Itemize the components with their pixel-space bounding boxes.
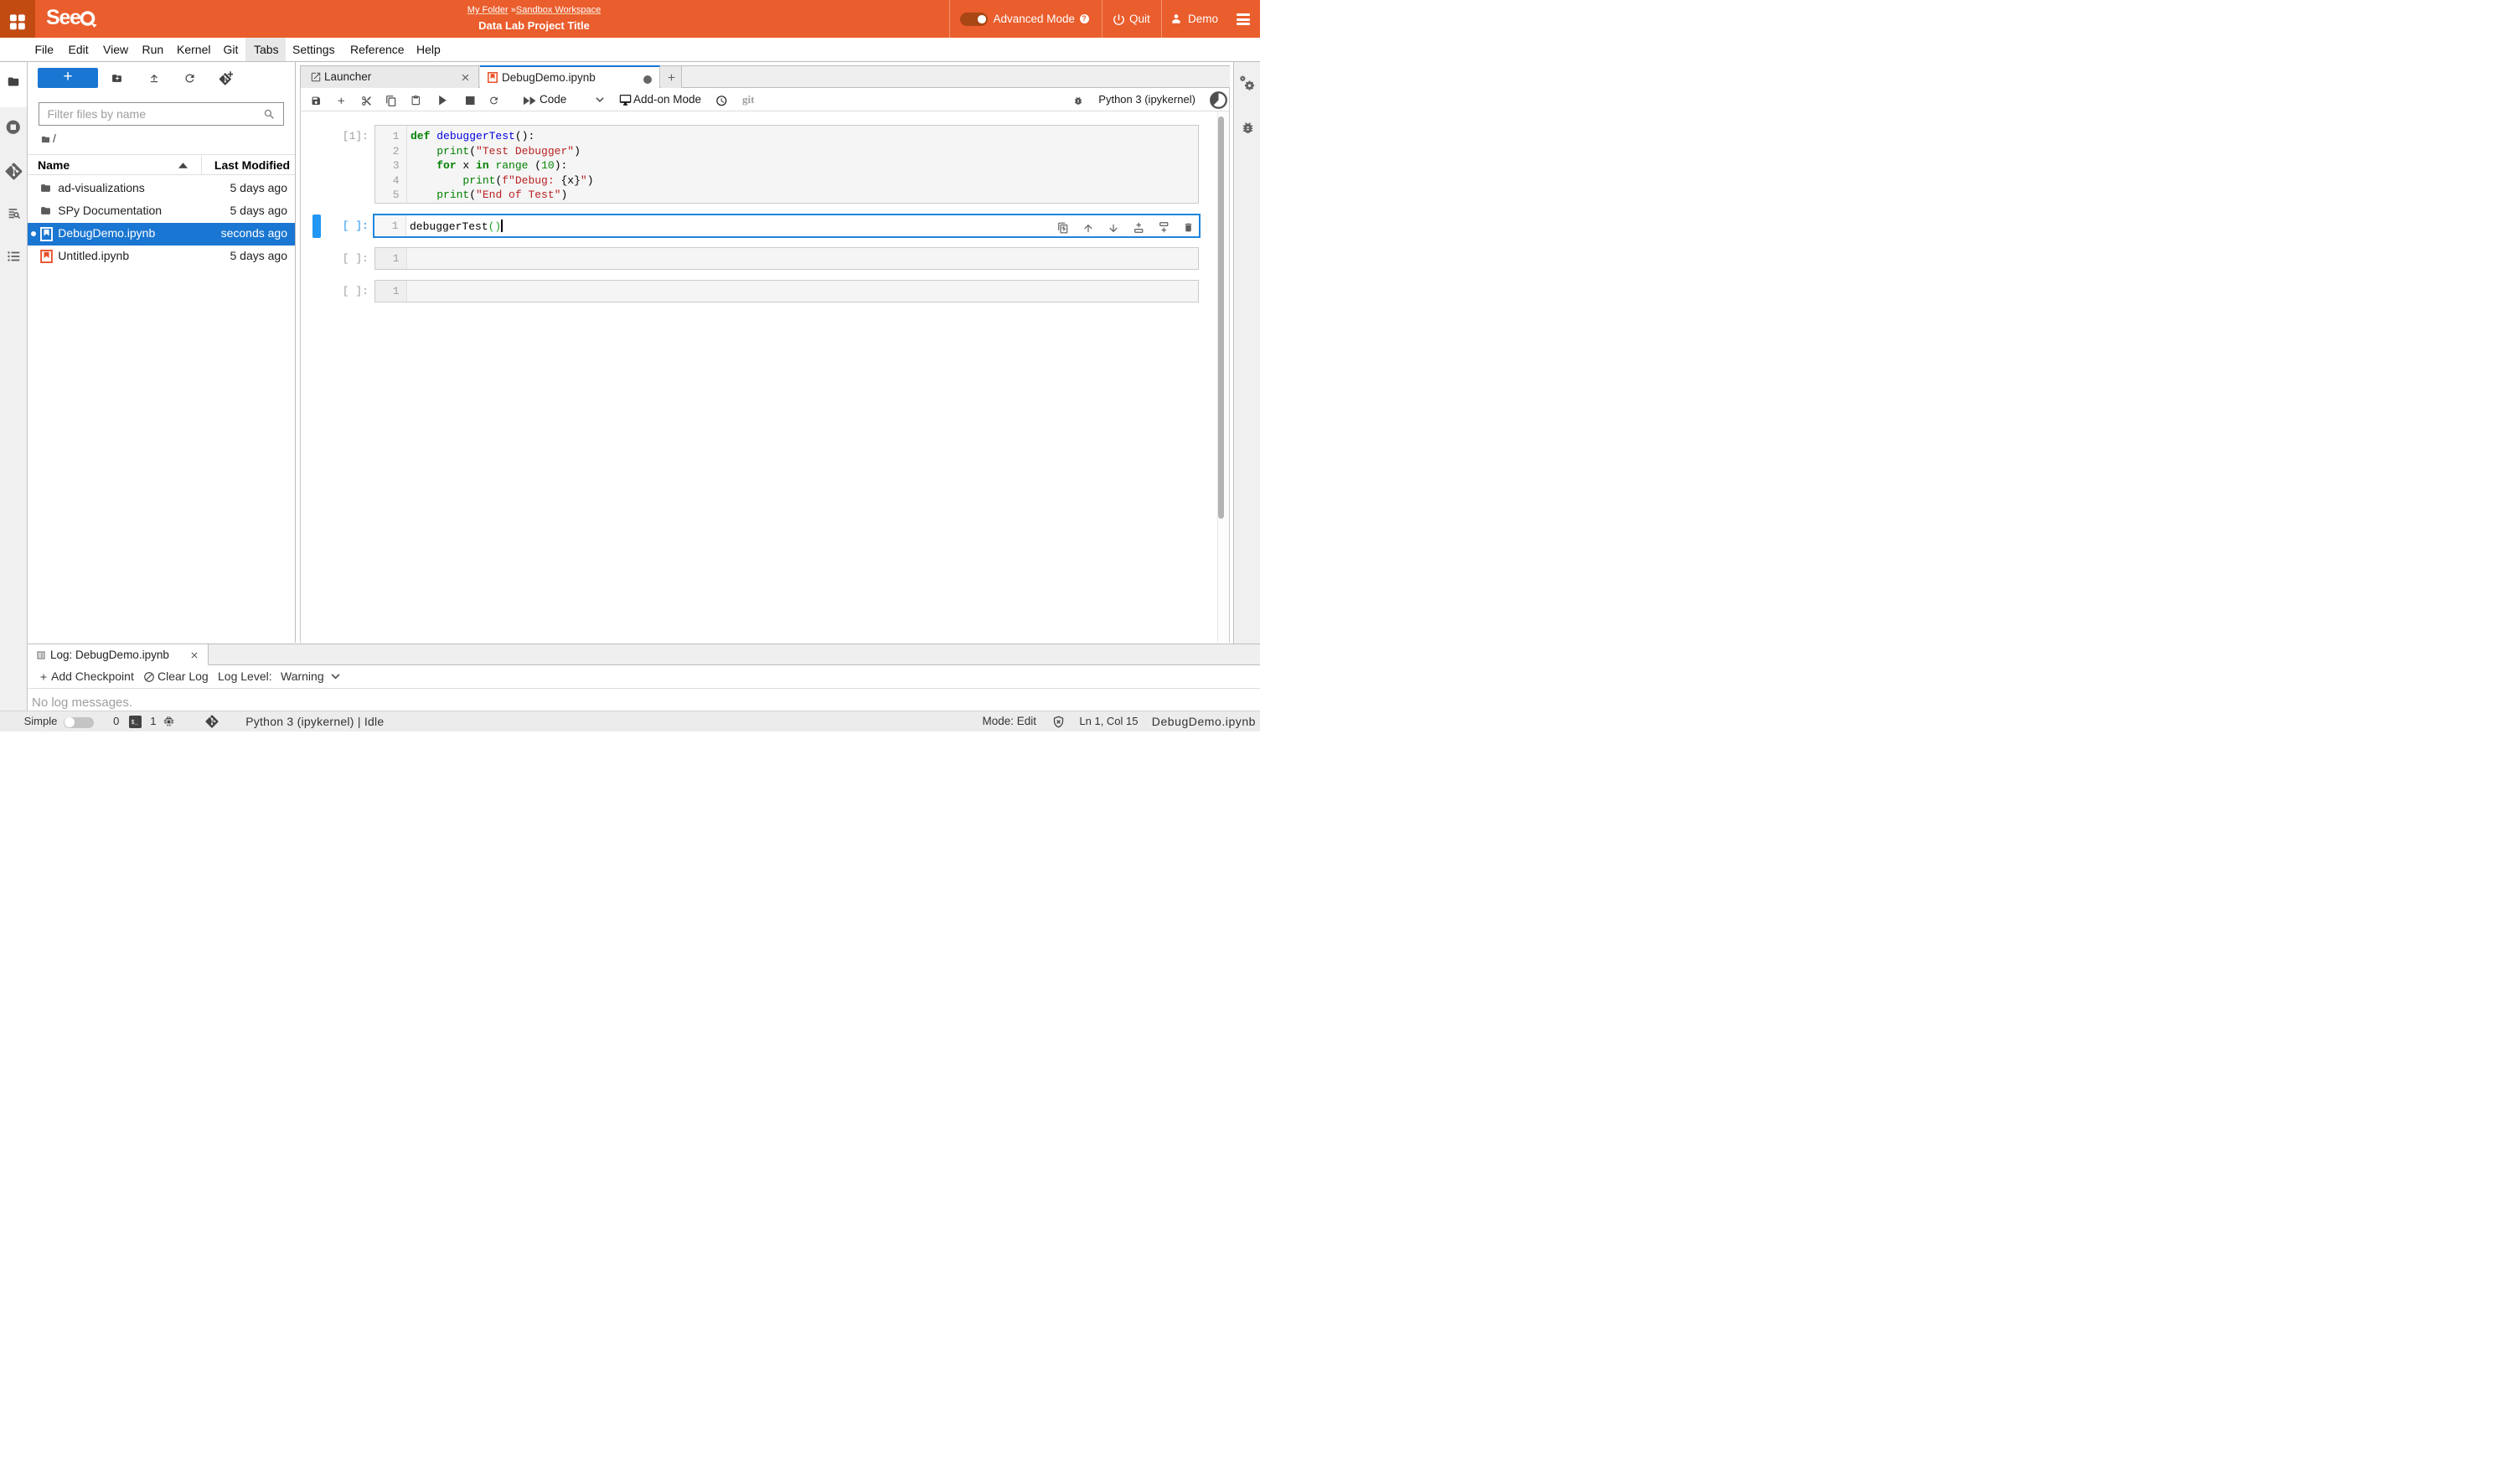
svg-text:$_: $_ [131,720,138,726]
svg-text:See: See [47,6,81,29]
